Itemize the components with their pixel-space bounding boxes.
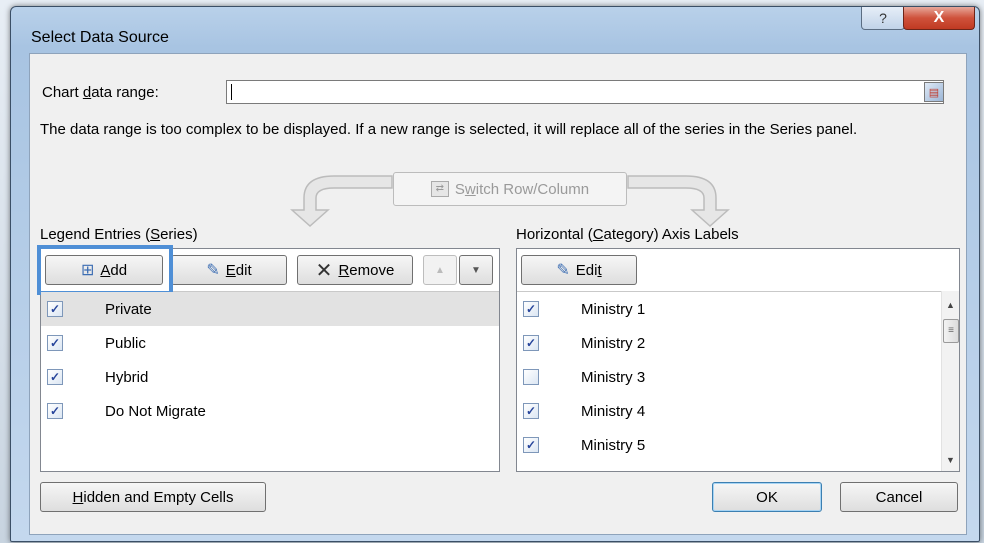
series-label: Do Not Migrate <box>105 402 206 420</box>
checkbox[interactable]: ✓ <box>47 301 63 317</box>
help-icon: ? <box>879 10 887 26</box>
list-item[interactable]: ✓ Ministry 4 <box>517 394 959 428</box>
checkbox[interactable]: ✓ <box>47 403 63 419</box>
list-item[interactable]: ✓ Ministry 1 <box>517 292 959 326</box>
text-caret <box>231 84 232 100</box>
edit-series-button[interactable]: ✎ Edit <box>171 255 287 285</box>
checkbox[interactable]: ✓ <box>523 437 539 453</box>
edit-icon: ✎ <box>206 262 220 279</box>
list-item[interactable]: ✓ Ministry 2 <box>517 326 959 360</box>
series-label: Private <box>105 300 152 318</box>
series-label: Public <box>105 334 146 352</box>
category-label: Ministry 1 <box>581 300 646 318</box>
close-icon: X <box>933 9 945 26</box>
move-down-button[interactable]: ▼ <box>459 255 493 285</box>
right-curved-arrow-icon <box>627 175 730 228</box>
list-item[interactable]: ✓ Do Not Migrate <box>41 394 499 428</box>
list-item[interactable]: Ministry 3 <box>517 360 959 394</box>
ok-button[interactable]: OK <box>712 482 822 512</box>
checkbox[interactable]: ✓ <box>47 335 63 351</box>
list-item[interactable]: ✓ Ministry 5 <box>517 428 959 462</box>
chevron-down-icon: ▼ <box>471 264 481 276</box>
legend-toolbar: ⊞ Add ✎ Edit ✕ Remove ▲ ▼ <box>37 245 499 295</box>
scroll-down-icon[interactable]: ▼ <box>942 452 959 469</box>
list-item[interactable]: ✓ Hybrid <box>41 360 499 394</box>
checkbox[interactable]: ✓ <box>47 369 63 385</box>
switch-row-column-label: Switch Row/Column <box>454 180 590 198</box>
list-item[interactable]: ✓ Public <box>41 326 499 360</box>
vertical-scrollbar[interactable]: ▲ ≡ ▼ <box>941 291 959 471</box>
add-series-icon: ⊞ <box>80 262 95 279</box>
list-item[interactable]: ✓ Private <box>41 292 499 326</box>
edit-category-button[interactable]: ✎ Edit <box>521 255 637 285</box>
chart-data-range-label: Chart data range: <box>42 84 159 101</box>
checkbox[interactable]: ✓ <box>523 335 539 351</box>
series-label: Hybrid <box>105 368 149 386</box>
cancel-button[interactable]: Cancel <box>840 482 958 512</box>
category-axis-labels-title: Horizontal (Category) Axis Labels <box>516 226 739 243</box>
range-picker-icon[interactable]: ▤ <box>924 82 944 102</box>
checkbox[interactable]: ✓ <box>523 403 539 419</box>
select-data-source-dialog: Select Data Source ? X Chart data range:… <box>10 6 980 542</box>
scroll-up-icon[interactable]: ▲ <box>942 297 959 314</box>
checkbox[interactable] <box>523 369 539 385</box>
chart-data-range-input[interactable] <box>226 80 944 104</box>
scroll-thumb[interactable]: ≡ <box>943 319 959 343</box>
left-curved-arrow-icon <box>290 175 393 228</box>
add-series-button[interactable]: ⊞ Add <box>45 255 163 285</box>
hidden-and-empty-cells-button[interactable]: Hidden and Empty Cells <box>40 482 266 512</box>
switch-row-column-icon: ⇄ <box>430 181 449 197</box>
move-up-button[interactable]: ▲ <box>423 255 457 285</box>
legend-entries-panel: ⊞ Add ✎ Edit ✕ Remove ▲ ▼ ✓ Private ✓ Pu… <box>37 245 500 472</box>
category-label: Ministry 3 <box>581 368 646 386</box>
legend-entries-title: Legend Entries (Series) <box>40 226 198 243</box>
chevron-up-icon: ▲ <box>435 264 445 276</box>
close-button[interactable]: X <box>903 7 975 30</box>
help-button[interactable]: ? <box>861 7 905 30</box>
edit-icon: ✎ <box>556 262 570 279</box>
title-bar: Select Data Source ? X <box>11 7 979 53</box>
dialog-body: Chart data range: ▤ The data range is to… <box>29 53 967 535</box>
checkbox[interactable]: ✓ <box>523 301 539 317</box>
remove-x-icon: ✕ <box>315 259 333 282</box>
category-toolbar: ✎ Edit <box>517 249 959 292</box>
remove-series-button[interactable]: ✕ Remove <box>297 255 413 285</box>
category-label: Ministry 5 <box>581 436 646 454</box>
category-label: Ministry 2 <box>581 334 646 352</box>
category-label: Ministry 4 <box>581 402 646 420</box>
dialog-title: Select Data Source <box>31 29 169 46</box>
category-labels-panel: ✎ Edit ✓ Ministry 1 ✓ Ministry 2 Ministr… <box>516 248 960 472</box>
range-complex-message: The data range is too complex to be disp… <box>40 121 858 138</box>
switch-row-column-button[interactable]: ⇄ Switch Row/Column <box>393 172 627 206</box>
